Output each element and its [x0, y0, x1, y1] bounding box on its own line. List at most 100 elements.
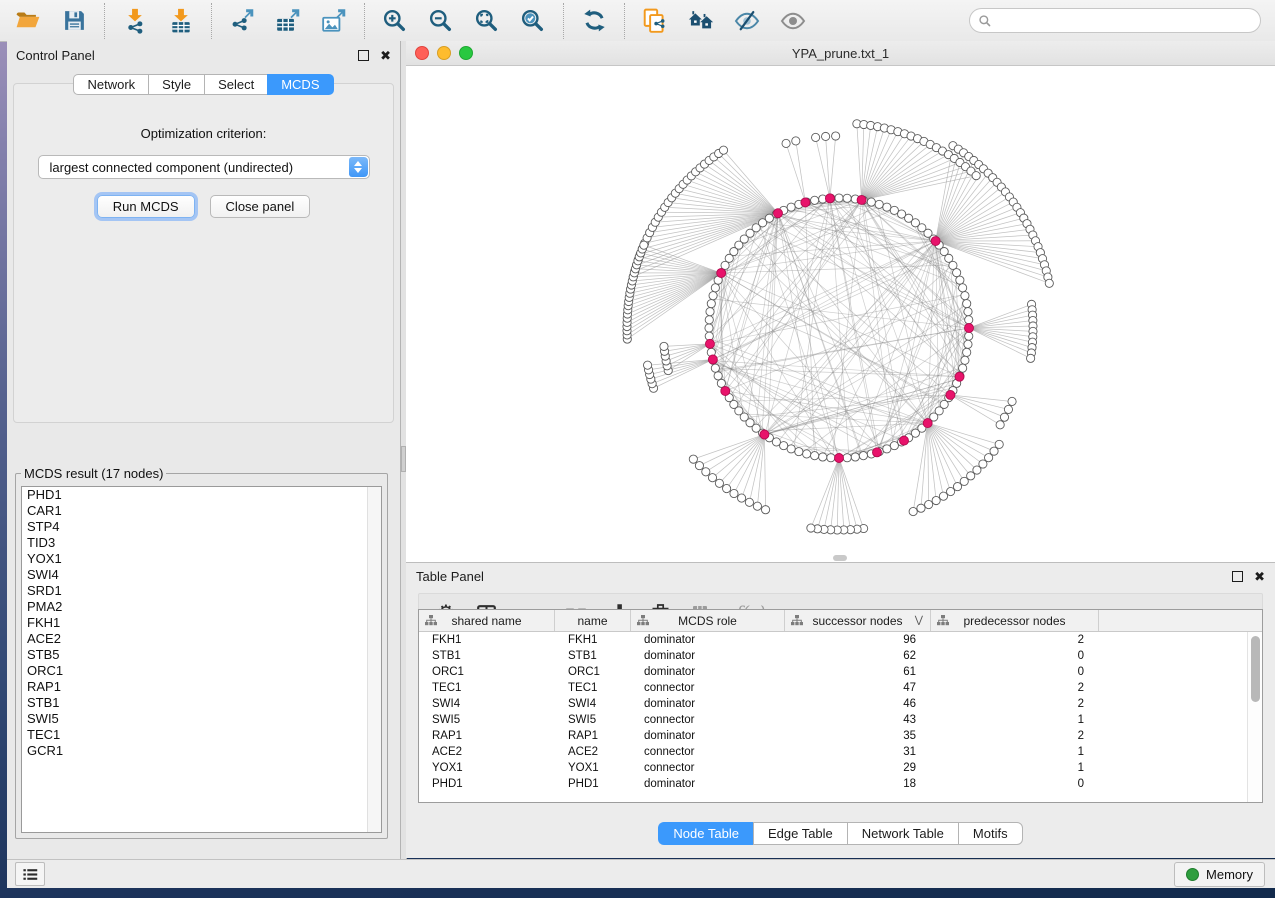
graph-node[interactable]: [963, 348, 971, 356]
tab-select[interactable]: Select: [204, 74, 267, 95]
graph-leaf-node[interactable]: [782, 139, 790, 147]
show-all-button[interactable]: [774, 4, 812, 38]
graph-hub-node[interactable]: [773, 209, 782, 218]
graph-edge[interactable]: [928, 423, 983, 464]
graph-node[interactable]: [851, 453, 859, 461]
graph-edge[interactable]: [724, 150, 778, 213]
table-cell[interactable]: 1: [931, 744, 1099, 760]
table-cell[interactable]: 2: [931, 696, 1099, 712]
canvas-hscroll-thumb[interactable]: [833, 555, 847, 561]
table-cell[interactable]: dominator: [631, 776, 785, 792]
graph-node[interactable]: [964, 340, 972, 348]
table-cell[interactable]: 31: [785, 744, 931, 760]
graph-node[interactable]: [964, 308, 972, 316]
table-cell[interactable]: 2: [931, 680, 1099, 696]
table-cell[interactable]: STB1: [419, 648, 555, 664]
graph-node[interactable]: [711, 284, 719, 292]
graph-leaf-node[interactable]: [719, 146, 727, 154]
table-cell[interactable]: 0: [931, 648, 1099, 664]
graph-edge[interactable]: [862, 155, 949, 200]
clone-network-button[interactable]: [636, 4, 674, 38]
graph-edge[interactable]: [666, 344, 710, 361]
graph-edge[interactable]: [857, 124, 862, 200]
graph-edge[interactable]: [668, 344, 710, 371]
table-cell[interactable]: FKH1: [419, 632, 555, 648]
column-header-name[interactable]: name: [555, 610, 631, 631]
graph-hub-node[interactable]: [835, 454, 844, 463]
table-row[interactable]: TEC1TEC1connector472: [419, 680, 1262, 696]
graph-node[interactable]: [875, 200, 883, 208]
graph-edge[interactable]: [713, 359, 818, 456]
result-list-item[interactable]: PHD1: [22, 487, 381, 503]
graph-edge[interactable]: [796, 141, 806, 203]
result-list-item[interactable]: TID3: [22, 535, 381, 551]
table-cell[interactable]: 1: [931, 712, 1099, 728]
tab-style[interactable]: Style: [148, 74, 204, 95]
table-cell[interactable]: 46: [785, 696, 931, 712]
graph-node[interactable]: [961, 292, 969, 300]
table-cell[interactable]: 47: [785, 680, 931, 696]
result-list-item[interactable]: CAR1: [22, 503, 381, 519]
graph-node[interactable]: [890, 442, 898, 450]
table-cell[interactable]: dominator: [631, 696, 785, 712]
table-cell[interactable]: FKH1: [555, 632, 631, 648]
refresh-button[interactable]: [575, 4, 613, 38]
column-header-predecessor-nodes[interactable]: predecessor nodes: [931, 610, 1099, 631]
graph-edge[interactable]: [710, 241, 936, 345]
graph-edge[interactable]: [709, 160, 778, 213]
graph-node[interactable]: [965, 332, 973, 340]
graph-hub-node[interactable]: [705, 339, 714, 348]
graph-node[interactable]: [811, 452, 819, 460]
graph-leaf-node[interactable]: [715, 479, 723, 487]
graph-edge[interactable]: [649, 359, 713, 369]
graph-leaf-node[interactable]: [953, 483, 961, 491]
graph-leaf-node[interactable]: [708, 474, 716, 482]
table-cell[interactable]: 43: [785, 712, 931, 728]
export-network-button[interactable]: [223, 4, 261, 38]
graph-node[interactable]: [707, 300, 715, 308]
graph-node[interactable]: [803, 450, 811, 458]
column-header-MCDS-role[interactable]: MCDS role: [631, 610, 785, 631]
graph-hub-node[interactable]: [955, 372, 964, 381]
graph-node[interactable]: [787, 445, 795, 453]
graph-node[interactable]: [859, 452, 867, 460]
graph-leaf-node[interactable]: [1008, 397, 1016, 405]
graph-leaf-node[interactable]: [689, 455, 697, 463]
graph-node[interactable]: [843, 454, 851, 462]
graph-node[interactable]: [705, 324, 713, 332]
graph-leaf-node[interactable]: [812, 133, 820, 141]
result-list-item[interactable]: SWI5: [22, 711, 381, 727]
result-list-item[interactable]: PMA2: [22, 599, 381, 615]
graph-node[interactable]: [714, 372, 722, 380]
table-cell[interactable]: 1: [931, 760, 1099, 776]
first-neighbors-button[interactable]: [682, 4, 720, 38]
graph-edge[interactable]: [714, 157, 778, 213]
export-image-button[interactable]: [315, 4, 353, 38]
graph-leaf-node[interactable]: [753, 502, 761, 510]
table-cell[interactable]: 2: [931, 728, 1099, 744]
table-cell[interactable]: YOX1: [555, 760, 631, 776]
close-panel-button[interactable]: Close panel: [210, 195, 311, 218]
table-cell[interactable]: TEC1: [419, 680, 555, 696]
graph-hub-node[interactable]: [708, 355, 717, 364]
graph-leaf-node[interactable]: [832, 132, 840, 140]
search-input[interactable]: [997, 12, 1260, 29]
graph-leaf-node[interactable]: [640, 241, 648, 249]
optimization-select[interactable]: largest connected component (undirected): [38, 155, 370, 179]
graph-leaf-node[interactable]: [932, 496, 940, 504]
table-scrollbar-thumb[interactable]: [1251, 636, 1260, 702]
graph-edge[interactable]: [936, 202, 1014, 241]
graph-edge[interactable]: [969, 328, 1031, 353]
graph-edge[interactable]: [786, 143, 805, 202]
graph-leaf-node[interactable]: [925, 500, 933, 508]
graph-hub-node[interactable]: [801, 198, 810, 207]
table-cell[interactable]: dominator: [631, 664, 785, 680]
table-cell[interactable]: 29: [785, 760, 931, 776]
graph-node[interactable]: [827, 454, 835, 462]
result-list-item[interactable]: RAP1: [22, 679, 381, 695]
import-network-button[interactable]: [116, 4, 154, 38]
zoom-fit-button[interactable]: [468, 4, 506, 38]
graph-edge[interactable]: [722, 271, 959, 376]
graph-hub-node[interactable]: [923, 419, 932, 428]
table-cell[interactable]: connector: [631, 712, 785, 728]
